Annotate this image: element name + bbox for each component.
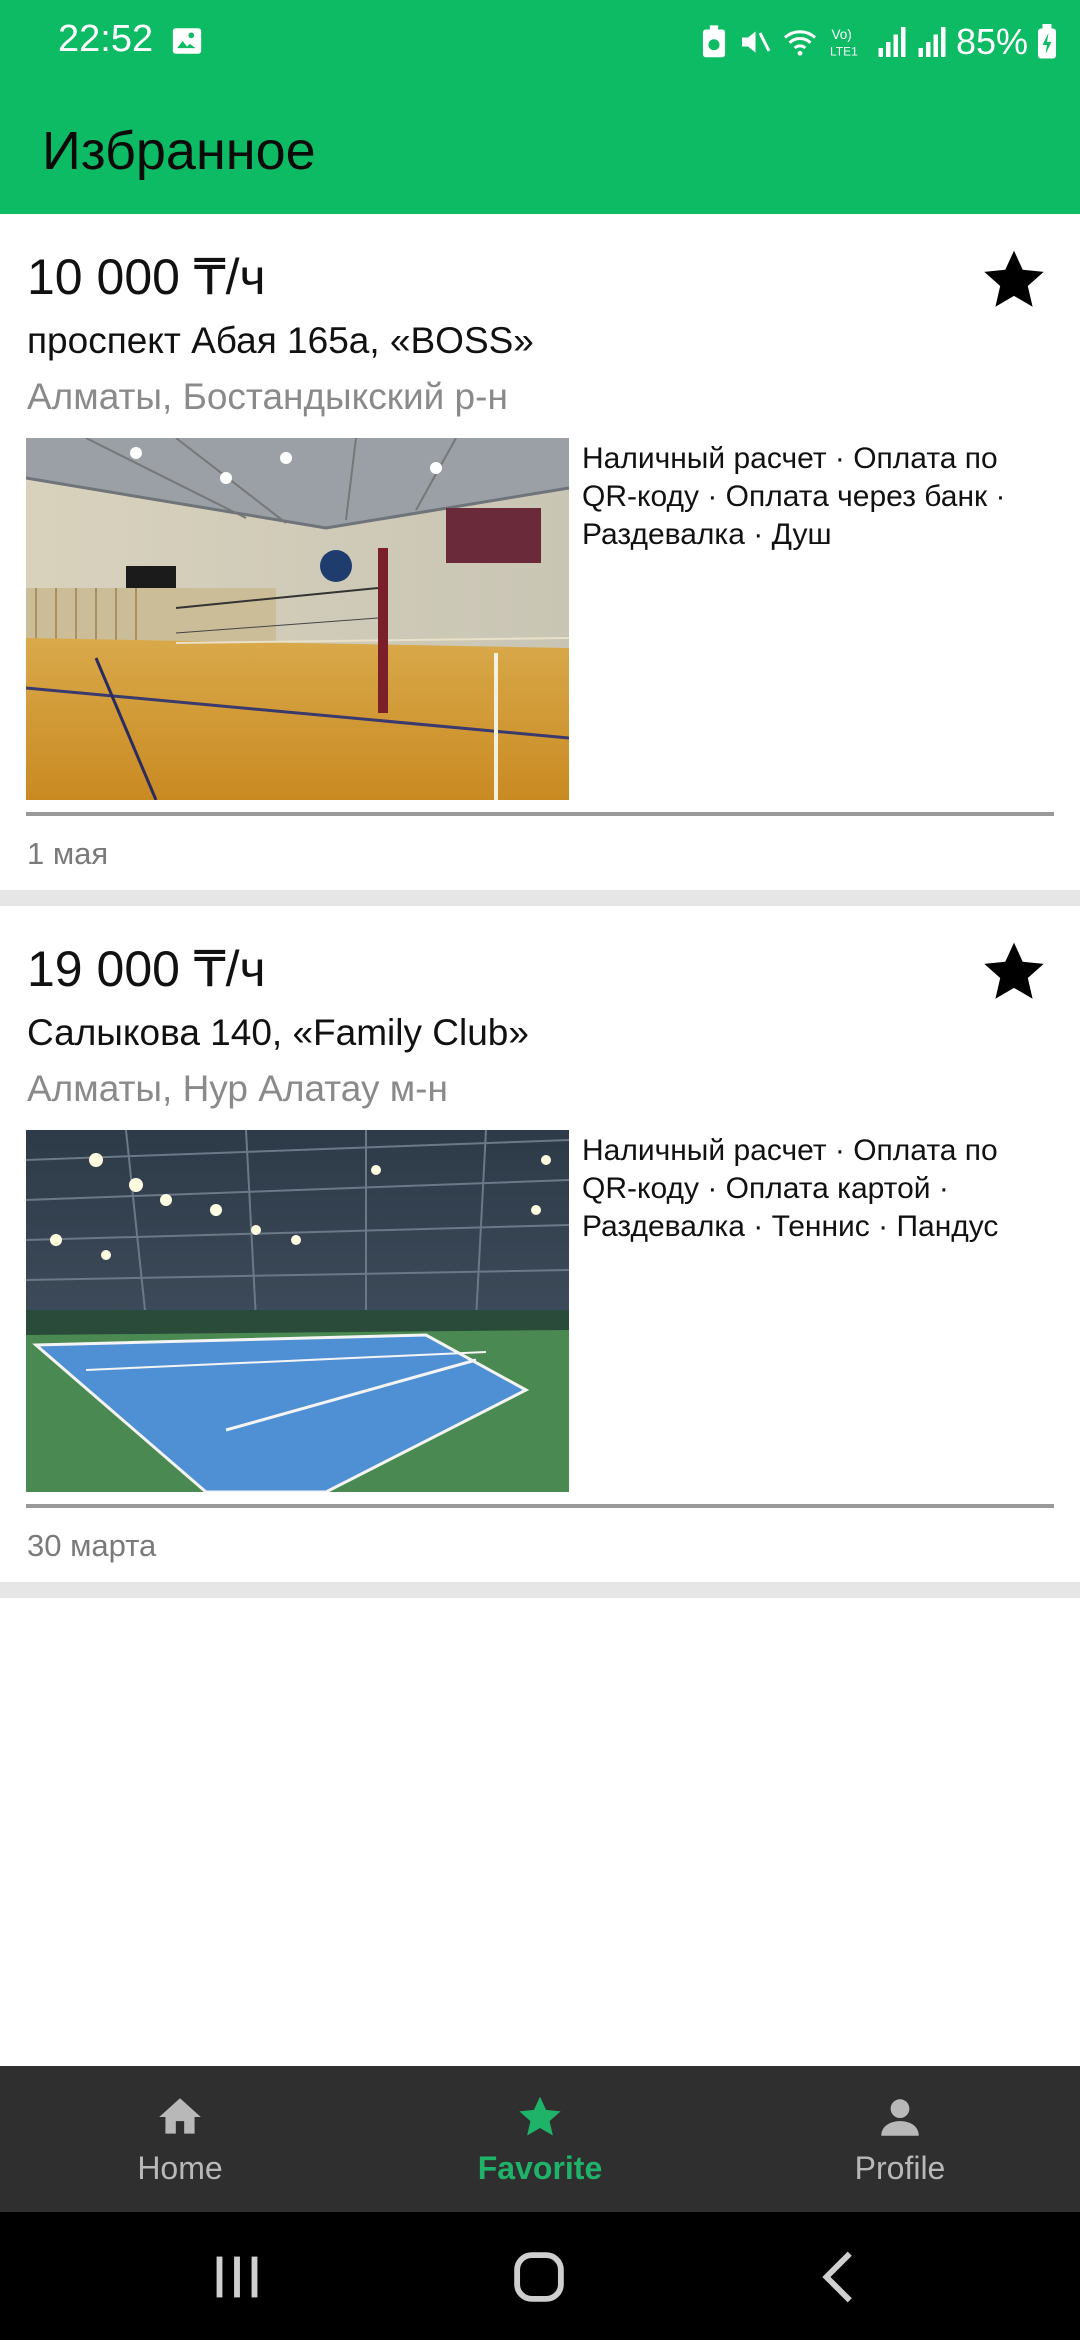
listing-card[interactable]: 10 000 ₸/ч проспект Абая 165а, «BOSS» Ал…: [0, 214, 1080, 890]
page-title: Избранное: [42, 121, 316, 181]
nav-item-profile[interactable]: Profile: [720, 2066, 1080, 2212]
listing-amenities: Наличный расчет · Оплата по QR-коду · Оп…: [582, 442, 1006, 551]
battery-charging-icon: [1038, 24, 1056, 59]
back-icon[interactable]: [806, 2242, 876, 2312]
status-bar: 22:52 Vo) LTE1 85%: [0, 0, 1080, 84]
listing-address: проспект Абая 165а, «BOSS»: [27, 320, 534, 361]
home-icon: [159, 2098, 201, 2134]
listing-date: 30 марта: [27, 1528, 157, 1563]
recent-apps-icon[interactable]: [202, 2242, 272, 2312]
svg-text:Vo): Vo): [831, 27, 851, 42]
nav-item-favorite[interactable]: Favorite: [360, 2066, 720, 2212]
battery-percent: 85%: [955, 21, 1028, 62]
listing-photo: [26, 1130, 569, 1492]
wifi-icon: [783, 30, 816, 56]
status-time: 22:52: [58, 18, 154, 60]
nav-label-profile: Profile: [854, 2150, 946, 2186]
card-separator: [0, 1582, 1080, 1598]
listing-price: 10 000 ₸/ч: [27, 249, 266, 305]
volte-icon: Vo) LTE1: [830, 27, 858, 59]
svg-text:LTE1: LTE1: [830, 45, 858, 59]
listing-date: 1 мая: [27, 836, 109, 871]
favorite-star-icon[interactable]: [978, 936, 1050, 1008]
listing-address: Салыкова 140, «Family Club»: [27, 1012, 529, 1053]
system-navigation-bar: [0, 2212, 1080, 2340]
status-icons: Vo) LTE1 85%: [700, 16, 1058, 68]
card-divider: [26, 812, 1054, 816]
card-separator: [0, 890, 1080, 906]
favorite-star-icon[interactable]: [978, 244, 1050, 316]
nav-item-home[interactable]: Home: [0, 2066, 360, 2212]
recycle-icon: [702, 25, 726, 58]
person-icon: [881, 2099, 919, 2136]
listing-photo: [26, 438, 569, 800]
listing-card[interactable]: 19 000 ₸/ч Салыкова 140, «Family Club» А…: [0, 906, 1080, 1582]
listing-price: 19 000 ₸/ч: [27, 941, 266, 997]
home-button-icon[interactable]: [504, 2242, 574, 2312]
signal-icon-2: [918, 27, 946, 57]
card-divider: [26, 1504, 1054, 1508]
bottom-navigation: Home Favorite Profile: [0, 2066, 1080, 2212]
app-header: 22:52 Vo) LTE1 85% Избранное: [0, 0, 1080, 214]
nav-label-favorite: Favorite: [477, 2150, 603, 2186]
mute-icon: [741, 31, 771, 53]
listing-amenities: Наличный расчет · Оплата по QR-коду · Оп…: [582, 1134, 999, 1243]
signal-icon-1: [878, 27, 906, 57]
star-icon: [519, 2096, 561, 2136]
listing-district: Алматы, Нур Алатау м-н: [27, 1068, 448, 1109]
image-notification-icon: [172, 28, 202, 54]
listing-district: Алматы, Бостандыкский р-н: [27, 376, 508, 417]
nav-label-home: Home: [137, 2150, 223, 2186]
